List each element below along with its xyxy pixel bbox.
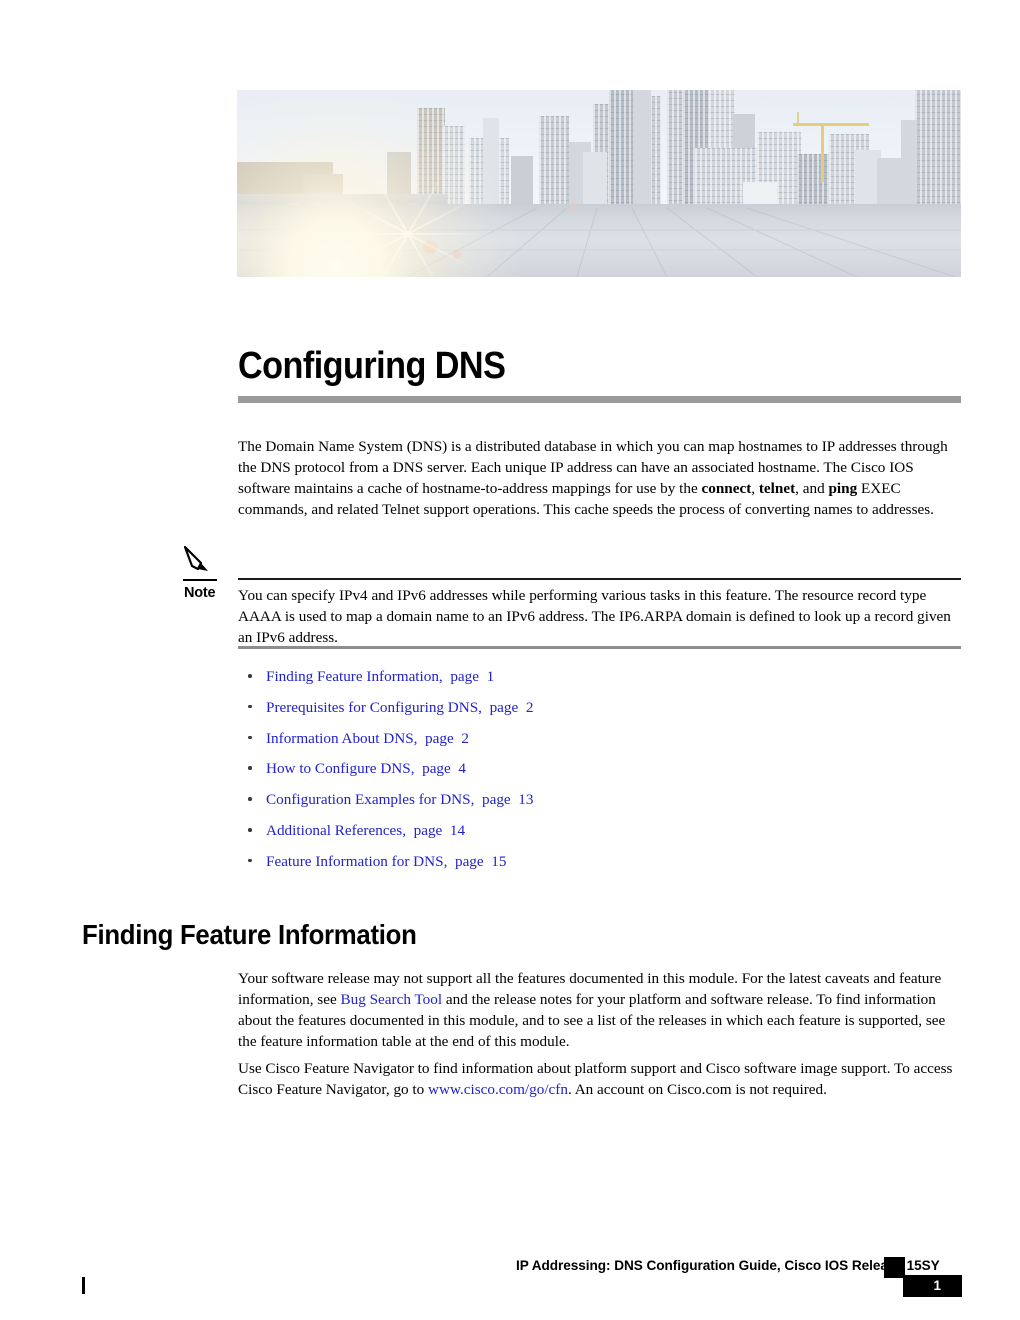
list-item[interactable]: Additional References, page 14: [238, 821, 961, 852]
cisco-feature-navigator-link[interactable]: www.cisco.com/go/cfn: [428, 1081, 568, 1098]
section-heading-finding-feature-information: Finding Feature Information: [82, 919, 417, 950]
toc-page-label: page: [422, 760, 451, 778]
toc-link[interactable]: Additional References,: [266, 822, 406, 839]
footer-guide-title: IP Addressing: DNS Configuration Guide, …: [516, 1258, 940, 1273]
toc-page-label: page: [454, 852, 484, 870]
toc-page-number: 4: [458, 760, 466, 778]
intro-cmd-telnet: telnet: [758, 480, 796, 498]
chapter-banner-image: [237, 90, 961, 277]
intro-cmd-ping: ping: [828, 480, 858, 498]
footer-page-box: 1: [903, 1275, 962, 1297]
toc-page-number: 1: [486, 668, 495, 685]
bug-search-tool-link[interactable]: Bug Search Tool: [341, 991, 443, 1008]
note-body-text: You can specify IPv4 and IPv6 addresses …: [238, 587, 951, 647]
page-title: Configuring DNS: [238, 345, 506, 387]
banner-billboard: [743, 182, 777, 205]
note-top-divider: [238, 578, 961, 580]
banner-building: [511, 156, 533, 205]
toc-page-label: page: [425, 729, 454, 747]
bullet-icon: [248, 735, 252, 740]
note-bottom-divider: [238, 646, 961, 649]
toc-page-number: 15: [491, 852, 507, 870]
bullet-icon: [248, 858, 252, 863]
intro-text-3: , and: [795, 480, 829, 498]
banner-lens-flare: [453, 250, 462, 259]
banner-crane-jib: [793, 123, 869, 126]
toc-link[interactable]: Configuration Examples for DNS,: [266, 791, 474, 808]
banner-building: [539, 116, 569, 205]
list-item[interactable]: Information About DNS, page 2: [238, 729, 961, 760]
bullet-icon: [248, 797, 252, 801]
list-item[interactable]: Prerequisites for Configuring DNS, page …: [238, 698, 961, 729]
note-label: Note: [184, 585, 216, 601]
list-item[interactable]: Configuration Examples for DNS, page 13: [238, 790, 961, 821]
change-bar-mark: [82, 1277, 85, 1294]
list-item[interactable]: Finding Feature Information, page 1: [238, 667, 961, 698]
note-icon-underline: [183, 579, 217, 581]
banner-building: [609, 90, 635, 205]
section-paragraph-1: Your software release may not support al…: [238, 968, 961, 1052]
intro-paragraph: The Domain Name System (DNS) is a distri…: [238, 436, 961, 520]
bullet-icon: [248, 674, 252, 678]
toc-link[interactable]: Finding Feature Information,: [266, 668, 443, 685]
title-divider: [238, 396, 961, 403]
para2-text-after: . An account on Cisco.com is not require…: [567, 1081, 827, 1099]
list-item[interactable]: Feature Information for DNS, page 15: [238, 852, 961, 883]
intro-text-2: ,: [751, 480, 759, 498]
banner-building: [443, 126, 465, 205]
intro-cmd-connect: connect: [701, 480, 752, 498]
section-paragraph-2: Use Cisco Feature Navigator to find info…: [238, 1058, 961, 1100]
banner-building: [483, 118, 499, 205]
toc-page-label: page: [481, 791, 511, 809]
toc-page-number: 13: [518, 791, 534, 809]
banner-building: [583, 152, 607, 205]
toc-link[interactable]: Information About DNS,: [266, 730, 417, 747]
banner-lens-flare: [423, 240, 437, 254]
toc-page-number: 14: [449, 821, 466, 839]
toc-link[interactable]: How to Configure DNS,: [266, 760, 415, 777]
bullet-icon: [248, 827, 252, 832]
banner-lens-flare: [569, 202, 579, 212]
toc-page-number: 2: [525, 698, 534, 716]
footer-black-square: [884, 1257, 905, 1278]
banner-building: [901, 120, 917, 205]
chapter-contents-list: Finding Feature Information, page 1 Prer…: [238, 667, 961, 883]
bullet-icon: [248, 704, 252, 709]
banner-building: [633, 90, 651, 205]
banner-crane-mast: [821, 124, 824, 182]
toc-link[interactable]: Feature Information for DNS,: [266, 853, 447, 870]
pencil-icon: [183, 545, 208, 571]
list-item[interactable]: How to Configure DNS, page 4: [238, 759, 961, 790]
banner-building: [915, 90, 961, 205]
toc-page-label: page: [489, 698, 519, 716]
toc-page-label: page: [413, 821, 443, 839]
footer-page-number: 1: [933, 1278, 941, 1293]
banner-crane-cable: [797, 112, 799, 124]
bullet-icon: [248, 766, 252, 770]
toc-page-number: 2: [461, 729, 469, 747]
toc-link[interactable]: Prerequisites for Configuring DNS,: [266, 699, 482, 716]
toc-page-label: page: [450, 668, 479, 685]
